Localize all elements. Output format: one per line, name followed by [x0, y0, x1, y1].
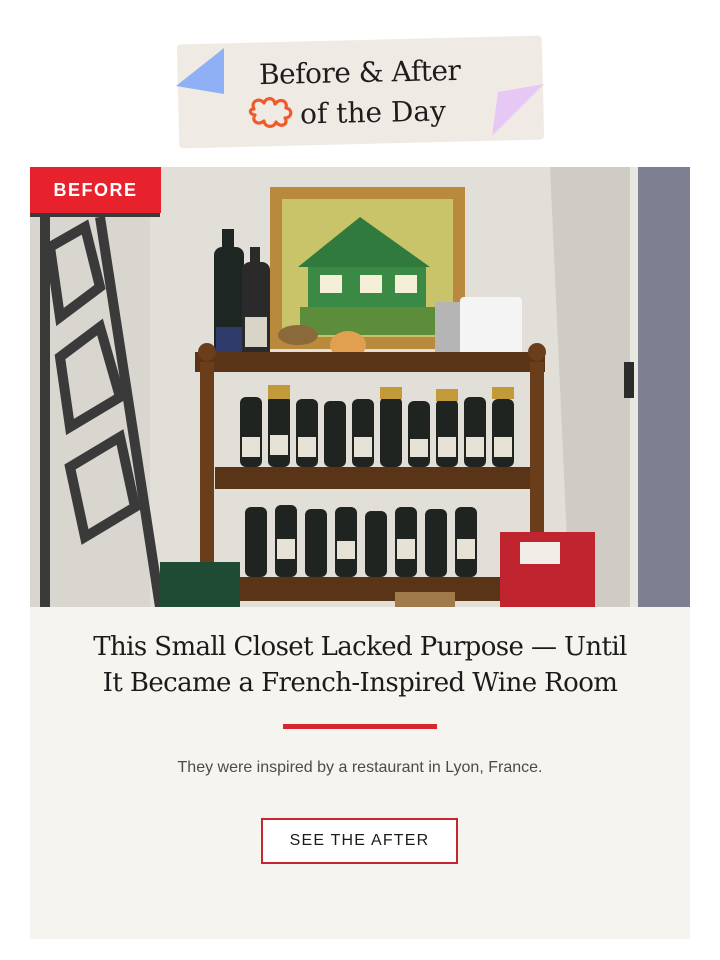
- banner-title-line1: Before & After: [258, 53, 461, 92]
- wine-closet-image: [30, 167, 690, 607]
- before-tag: BEFORE: [30, 167, 161, 213]
- headline-line2[interactable]: It Became a French-Inspired Wine Room: [50, 665, 670, 701]
- article-card[interactable]: BEFORE This Small Closet Lacked Purpose …: [30, 167, 690, 939]
- banner-title: Before & After: [0, 53, 720, 92]
- see-the-after-button[interactable]: SEE THE AFTER: [261, 818, 458, 864]
- header-banner: Before & After of the Day: [0, 0, 720, 165]
- banner-card: [176, 35, 545, 149]
- article-headline[interactable]: This Small Closet Lacked Purpose — Until…: [50, 629, 670, 701]
- before-photo[interactable]: BEFORE: [30, 167, 690, 607]
- headline-line1[interactable]: This Small Closet Lacked Purpose — Until: [50, 629, 670, 665]
- banner-subtitle: of the Day: [248, 94, 446, 130]
- article-subhead: They were inspired by a restaurant in Ly…: [177, 759, 543, 776]
- lilac-triangle-decoration: [492, 84, 544, 136]
- squiggle-icon: [248, 97, 293, 128]
- banner-title-line2: of the Day: [299, 93, 447, 131]
- divider-rule: [283, 724, 437, 729]
